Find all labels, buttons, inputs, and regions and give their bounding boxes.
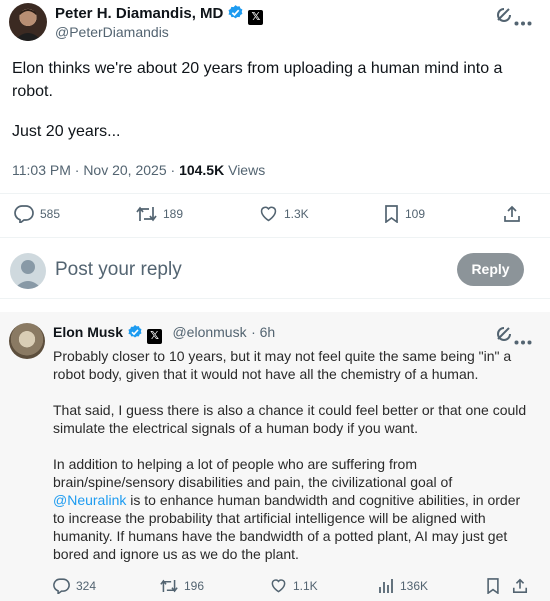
analytics-icon (379, 579, 393, 593)
x-affiliation-icon: 𝕏 (248, 10, 264, 25)
bookmark-count: 109 (405, 207, 426, 221)
reply-input[interactable]: Post your reply (55, 259, 182, 281)
more-options-icon[interactable] (514, 332, 532, 350)
reply-repost-action[interactable]: 196 (160, 578, 204, 594)
reply-repost-count: 196 (184, 579, 205, 593)
reply-views-action[interactable]: 136K (378, 578, 428, 594)
views-label: Views (228, 162, 266, 178)
divider (0, 298, 550, 299)
repost-icon (136, 206, 157, 222)
verified-badge-icon (227, 4, 244, 26)
reply-text-line: Probably closer to 10 years, but it may … (53, 348, 512, 364)
post-time[interactable]: 11:03 PM · Nov 20, 2025 · (12, 162, 179, 178)
post-text-line: Elon thinks we're about 20 years from up… (12, 60, 503, 77)
neuralink-mention-link[interactable]: @Neuralink (53, 492, 126, 508)
author-handle[interactable]: @PeterDiamandis (55, 24, 169, 40)
reply-text-line: simulate the electrical signals of a hum… (53, 420, 418, 436)
reply-text-line: to increase the probability that artific… (53, 510, 486, 526)
reply-age[interactable]: · 6h (251, 324, 275, 340)
reply-text-line: bored and ignore us as we do the plant. (53, 546, 299, 562)
reply-text-line: In addition to helping a lot of people w… (53, 456, 417, 472)
reply-icon (14, 205, 34, 223)
reply-author-handle[interactable]: @elonmusk (172, 324, 246, 340)
post-text-line: Just 20 years... (12, 123, 121, 140)
reply-button[interactable]: Reply (457, 253, 524, 286)
divider (0, 237, 550, 238)
more-options-icon[interactable] (514, 13, 532, 31)
reply-action[interactable]: 585 (14, 205, 60, 223)
reply-icon (53, 578, 70, 594)
reply-text-line: @Neuralink is to enhance human bandwidth… (53, 492, 520, 510)
reply-author-name[interactable]: Elon Musk (53, 324, 123, 340)
reply-like-count: 1.1K (293, 578, 318, 593)
repost-action[interactable]: 189 (136, 205, 183, 223)
reply-count: 585 (40, 207, 61, 221)
reply-like-action[interactable]: 1.1K (270, 578, 318, 593)
reply-text-line: brain/spine/sensory disabilities and pai… (53, 474, 453, 490)
author-name[interactable]: Peter H. Diamandis, MD (55, 5, 223, 22)
reply-text-line: robot body, given that it would not have… (53, 366, 479, 382)
heart-icon (260, 206, 277, 222)
heart-icon (271, 579, 286, 593)
reply-author-avatar[interactable] (9, 323, 45, 359)
reply-text-line: That said, I guess there is also a chanc… (53, 402, 527, 418)
author-avatar[interactable] (9, 3, 47, 41)
post-text-line: robot. (12, 83, 53, 100)
reply-author-row[interactable]: Elon Musk 𝕏 @elonmusk · 6h (53, 324, 275, 345)
reply-text-fragment: is to enhance human bandwidth and cognit… (126, 492, 521, 508)
verified-badge-icon (127, 324, 143, 345)
x-affiliation-icon: 𝕏 (147, 329, 163, 344)
divider (0, 193, 550, 194)
author-name-row[interactable]: Peter H. Diamandis, MD 𝕏 (55, 4, 264, 26)
bookmark-action[interactable]: 109 (384, 205, 425, 223)
view-count: 104.5K (179, 162, 225, 178)
reply-reply-count: 324 (76, 579, 97, 593)
bookmark-icon (385, 205, 398, 223)
post-timestamp[interactable]: 11:03 PM · Nov 20, 2025 · 104.5K Views (12, 162, 265, 178)
share-icon[interactable] (503, 205, 521, 228)
grok-icon[interactable] (494, 325, 514, 348)
repost-icon (160, 579, 178, 593)
current-user-avatar[interactable] (10, 253, 46, 289)
like-count: 1.3K (284, 206, 309, 221)
bookmark-icon[interactable] (486, 578, 500, 599)
like-action[interactable]: 1.3K (259, 205, 309, 222)
reply-text-line: humanity. If humans have the bandwidth o… (53, 528, 508, 544)
grok-icon[interactable] (494, 6, 514, 29)
repost-count: 189 (163, 207, 184, 221)
reply-reply-action[interactable]: 324 (53, 578, 96, 594)
reply-view-count: 136K (400, 579, 429, 593)
share-icon[interactable] (512, 578, 528, 599)
